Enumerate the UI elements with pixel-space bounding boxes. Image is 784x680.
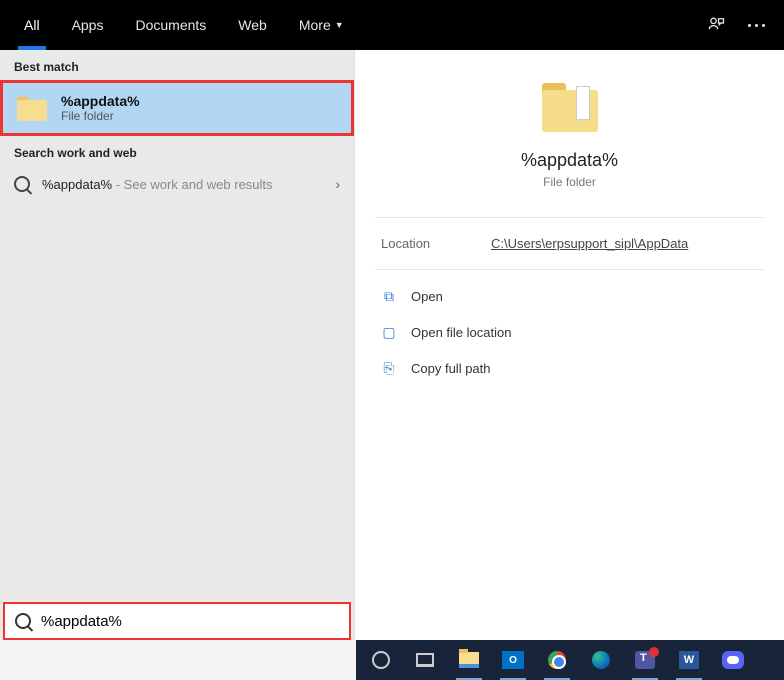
search-filter-tabs: All Apps Documents Web More ▼ xyxy=(0,0,784,50)
location-row: Location C:\Users\erpsupport_sipl\AppDat… xyxy=(355,218,784,269)
web-result-item[interactable]: %appdata% - See work and web results › xyxy=(0,166,354,202)
location-label: Location xyxy=(381,236,491,251)
section-search-work-web: Search work and web xyxy=(0,136,354,166)
notification-badge xyxy=(649,647,659,657)
teams-icon xyxy=(635,651,655,669)
search-input[interactable] xyxy=(41,613,339,630)
tab-label: Documents xyxy=(135,17,206,33)
results-panel: Best match %appdata% File folder Search … xyxy=(0,50,354,640)
tab-label: Web xyxy=(238,17,267,33)
task-view-icon xyxy=(416,653,434,667)
outlook-icon: O xyxy=(502,651,524,669)
taskbar-app-edge[interactable] xyxy=(582,644,620,676)
web-result-text: %appdata% - See work and web results xyxy=(42,177,273,192)
details-panel: %appdata% File folder Location C:\Users\… xyxy=(354,50,784,640)
tab-all[interactable]: All xyxy=(8,0,56,50)
file-explorer-icon xyxy=(459,652,479,668)
taskbar-app-explorer[interactable] xyxy=(450,644,488,676)
folder-open-icon: ▢ xyxy=(381,324,397,340)
chevron-down-icon: ▼ xyxy=(335,20,344,30)
search-box[interactable] xyxy=(3,602,351,640)
tab-apps[interactable]: Apps xyxy=(56,0,120,50)
details-subtitle: File folder xyxy=(375,175,764,189)
tab-documents[interactable]: Documents xyxy=(119,0,222,50)
search-icon xyxy=(15,613,31,629)
discord-icon xyxy=(722,651,744,669)
cortana-icon xyxy=(372,651,390,669)
search-icon xyxy=(14,176,30,192)
best-match-result[interactable]: %appdata% File folder xyxy=(0,80,354,136)
copy-icon: ⎘ xyxy=(381,360,397,376)
folder-icon xyxy=(17,95,47,121)
tab-label: Apps xyxy=(72,17,104,33)
action-copy-full-path[interactable]: ⎘ Copy full path xyxy=(355,350,784,386)
chevron-right-icon: › xyxy=(335,176,340,192)
taskbar-app-outlook[interactable]: O xyxy=(494,644,532,676)
taskbar-app-word[interactable]: W xyxy=(670,644,708,676)
feedback-icon[interactable] xyxy=(696,0,736,50)
action-open-file-location[interactable]: ▢ Open file location xyxy=(355,314,784,350)
details-title: %appdata% xyxy=(375,150,764,171)
result-subtitle: File folder xyxy=(61,109,140,123)
action-label: Copy full path xyxy=(411,361,491,376)
action-label: Open file location xyxy=(411,325,511,340)
task-view-button[interactable] xyxy=(406,644,444,676)
section-best-match: Best match xyxy=(0,50,354,80)
tab-label: All xyxy=(24,17,40,33)
word-icon: W xyxy=(679,651,699,669)
edge-icon xyxy=(592,651,610,669)
tab-web[interactable]: Web xyxy=(222,0,283,50)
folder-icon xyxy=(538,80,602,132)
more-options-icon[interactable] xyxy=(736,0,776,50)
action-open[interactable]: ⧉ Open xyxy=(355,278,784,314)
taskbar-app-teams[interactable] xyxy=(626,644,664,676)
taskbar-app-discord[interactable] xyxy=(714,644,752,676)
location-path[interactable]: C:\Users\erpsupport_sipl\AppData xyxy=(491,236,688,251)
cortana-button[interactable] xyxy=(362,644,400,676)
taskbar: O W xyxy=(356,640,784,680)
tab-label: More xyxy=(299,17,331,33)
tab-more[interactable]: More ▼ xyxy=(283,0,360,50)
result-title: %appdata% xyxy=(61,93,140,109)
chrome-icon xyxy=(548,651,566,669)
open-icon: ⧉ xyxy=(381,288,397,304)
action-label: Open xyxy=(411,289,443,304)
taskbar-app-chrome[interactable] xyxy=(538,644,576,676)
